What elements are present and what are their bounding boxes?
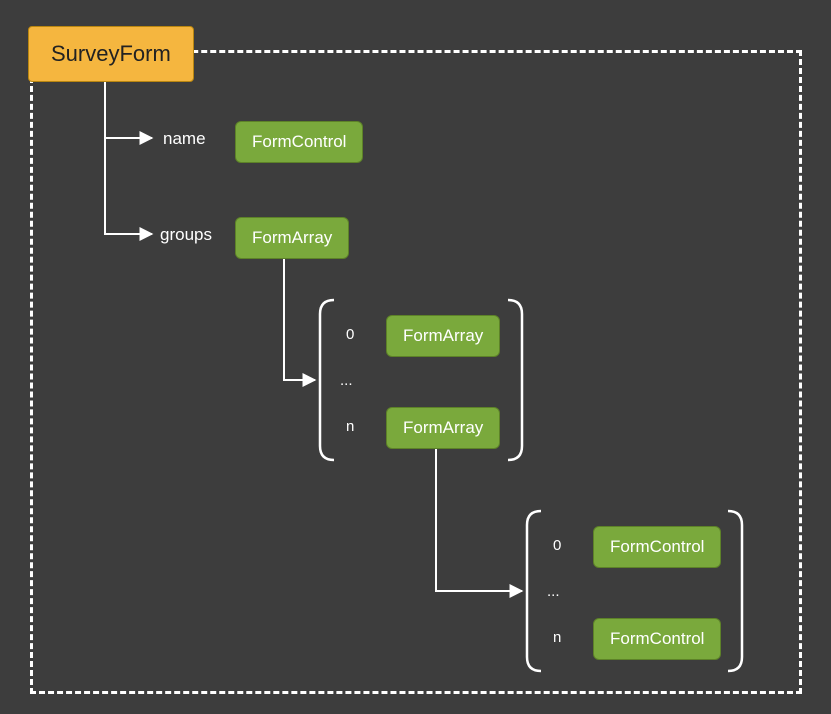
array1-index-n: n: [346, 418, 354, 435]
node-array2-itemN: FormControl: [593, 618, 721, 660]
node-name-type-label: FormControl: [252, 132, 346, 151]
array2-index-0: 0: [553, 537, 561, 554]
field-label-groups: groups: [160, 225, 212, 245]
node-groups-type: FormArray: [235, 217, 349, 259]
array1-index-0: 0: [346, 326, 354, 343]
node-array2-item0-label: FormControl: [610, 537, 704, 556]
field-label-name: name: [163, 129, 206, 149]
node-array2-item0: FormControl: [593, 526, 721, 568]
node-array2-itemN-label: FormControl: [610, 629, 704, 648]
array1-ellipsis: ...: [340, 372, 353, 389]
node-array1-itemN-label: FormArray: [403, 418, 483, 437]
node-surveyform: SurveyForm: [28, 26, 194, 82]
node-array1-item0: FormArray: [386, 315, 500, 357]
container-dashed-box: [30, 50, 802, 694]
array2-ellipsis: ...: [547, 583, 560, 600]
diagram-canvas: SurveyForm name FormControl groups FormA…: [0, 0, 831, 714]
node-array1-itemN: FormArray: [386, 407, 500, 449]
node-array1-item0-label: FormArray: [403, 326, 483, 345]
node-groups-type-label: FormArray: [252, 228, 332, 247]
array2-index-n: n: [553, 629, 561, 646]
node-name-type: FormControl: [235, 121, 363, 163]
node-surveyform-label: SurveyForm: [51, 41, 171, 66]
